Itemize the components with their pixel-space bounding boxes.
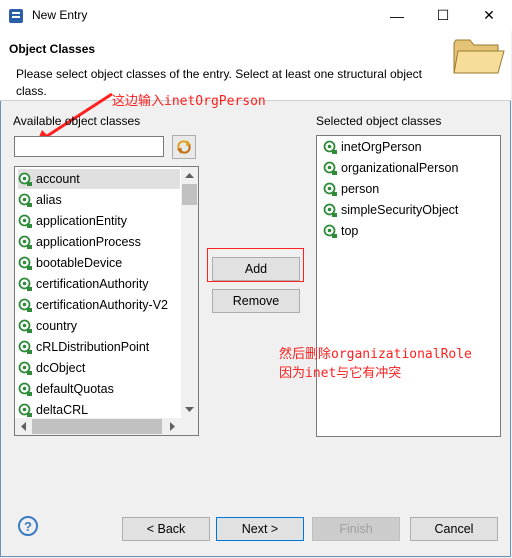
scroll-up-icon[interactable]	[181, 167, 198, 184]
list-item-label: alias	[36, 193, 62, 207]
list-item-label: applicationEntity	[36, 214, 128, 228]
object-class-icon	[323, 140, 337, 154]
finish-button[interactable]: Finish	[312, 517, 400, 541]
list-item-label: country	[36, 319, 77, 333]
scroll-left-icon[interactable]	[15, 418, 32, 435]
list-item[interactable]: person	[323, 179, 379, 199]
list-item-label: deltaCRL	[36, 403, 89, 417]
list-item[interactable]: applicationProcess	[18, 232, 180, 252]
list-item[interactable]: alias	[18, 190, 180, 210]
list-item-label: top	[341, 224, 359, 238]
list-item-label: bootableDevice	[36, 256, 123, 270]
annotation-input-hint: 这边输入inetOrgPerson	[112, 94, 266, 109]
refresh-button[interactable]	[172, 135, 196, 159]
object-class-icon	[18, 319, 32, 333]
list-item[interactable]: organizationalPerson	[323, 158, 458, 178]
next-button[interactable]: Next >	[216, 517, 304, 541]
scroll-corner	[181, 418, 198, 435]
list-item[interactable]: certificationAuthority-V2	[18, 295, 180, 315]
list-item-label: simpleSecurityObject	[341, 203, 459, 217]
list-item[interactable]: dcObject	[18, 358, 180, 378]
page-title: Object Classes	[9, 42, 96, 56]
object-class-icon	[18, 277, 32, 291]
object-class-icon	[323, 161, 337, 175]
list-item-label: person	[341, 182, 380, 196]
close-button[interactable]: ✕	[466, 0, 512, 31]
list-item-label: account	[36, 172, 80, 186]
list-item-label: certificationAuthority-V2	[36, 298, 169, 312]
list-item[interactable]: defaultQuotas	[18, 379, 180, 399]
list-item[interactable]: deltaCRL	[18, 400, 180, 420]
list-item[interactable]: cRLDistributionPoint	[18, 337, 180, 357]
list-item[interactable]: simpleSecurityObject	[323, 200, 458, 220]
object-class-icon	[18, 403, 32, 417]
object-class-icon	[18, 340, 32, 354]
title-bar: New Entry — ☐ ✕	[0, 0, 512, 31]
list-item-label: inetOrgPerson	[341, 140, 422, 154]
list-item-label: cRLDistributionPoint	[36, 340, 150, 354]
back-button[interactable]: < Back	[122, 517, 210, 541]
list-item-label: certificationAuthority	[36, 277, 149, 291]
list-item[interactable]: bootableDevice	[18, 253, 180, 273]
list-item[interactable]: applicationEntity	[18, 211, 180, 231]
object-class-icon	[18, 235, 32, 249]
object-class-icon	[18, 382, 32, 396]
app-icon	[9, 9, 23, 23]
annotation-conflict-hint: 因为inet与它有冲突	[279, 366, 402, 381]
list-item-label: organizationalPerson	[341, 161, 459, 175]
list-item[interactable]: country	[18, 316, 180, 336]
available-classes-list[interactable]: account alias applicationEntity application…	[14, 166, 199, 436]
list-item-label: dcObject	[36, 361, 86, 375]
list-item[interactable]: inetOrgPerson	[323, 137, 422, 157]
add-button[interactable]: Add	[212, 257, 300, 281]
object-class-icon	[323, 224, 337, 238]
remove-button[interactable]: Remove	[212, 289, 300, 313]
selected-classes-list[interactable]: inetOrgPerson organizationalPerson person s…	[316, 135, 501, 437]
annotation-remove-hint: 然后删除organizationalRole	[279, 347, 472, 362]
list-item[interactable]: account	[18, 169, 180, 189]
scroll-down-icon[interactable]	[181, 401, 198, 418]
minimize-button[interactable]: —	[374, 0, 420, 31]
selected-classes-label: Selected object classes	[316, 114, 442, 128]
object-class-icon	[18, 214, 32, 228]
horizontal-scrollbar[interactable]	[15, 418, 181, 435]
object-class-icon	[18, 172, 32, 186]
scroll-right-icon[interactable]	[164, 418, 181, 435]
scroll-thumb[interactable]	[182, 184, 197, 205]
hscroll-thumb[interactable]	[32, 419, 162, 434]
vertical-scrollbar[interactable]	[181, 167, 198, 418]
list-item[interactable]: top	[323, 221, 358, 241]
object-class-icon	[18, 256, 32, 270]
window-title: New Entry	[32, 8, 88, 22]
refresh-arrows-icon	[177, 140, 191, 154]
maximize-button[interactable]: ☐	[420, 0, 466, 31]
object-class-icon	[18, 298, 32, 312]
object-class-icon	[18, 193, 32, 207]
object-class-icon	[18, 361, 32, 375]
list-item-label: applicationProcess	[36, 235, 141, 249]
list-item-label: defaultQuotas	[36, 382, 114, 396]
object-class-filter-input[interactable]	[14, 136, 164, 157]
help-icon[interactable]: ?	[18, 516, 38, 536]
available-classes-label: Available object classes	[13, 114, 141, 128]
object-class-icon	[323, 203, 337, 217]
object-class-icon	[323, 182, 337, 196]
list-item[interactable]: certificationAuthority	[18, 274, 180, 294]
cancel-button[interactable]: Cancel	[410, 517, 498, 541]
folder-icon	[453, 39, 505, 74]
